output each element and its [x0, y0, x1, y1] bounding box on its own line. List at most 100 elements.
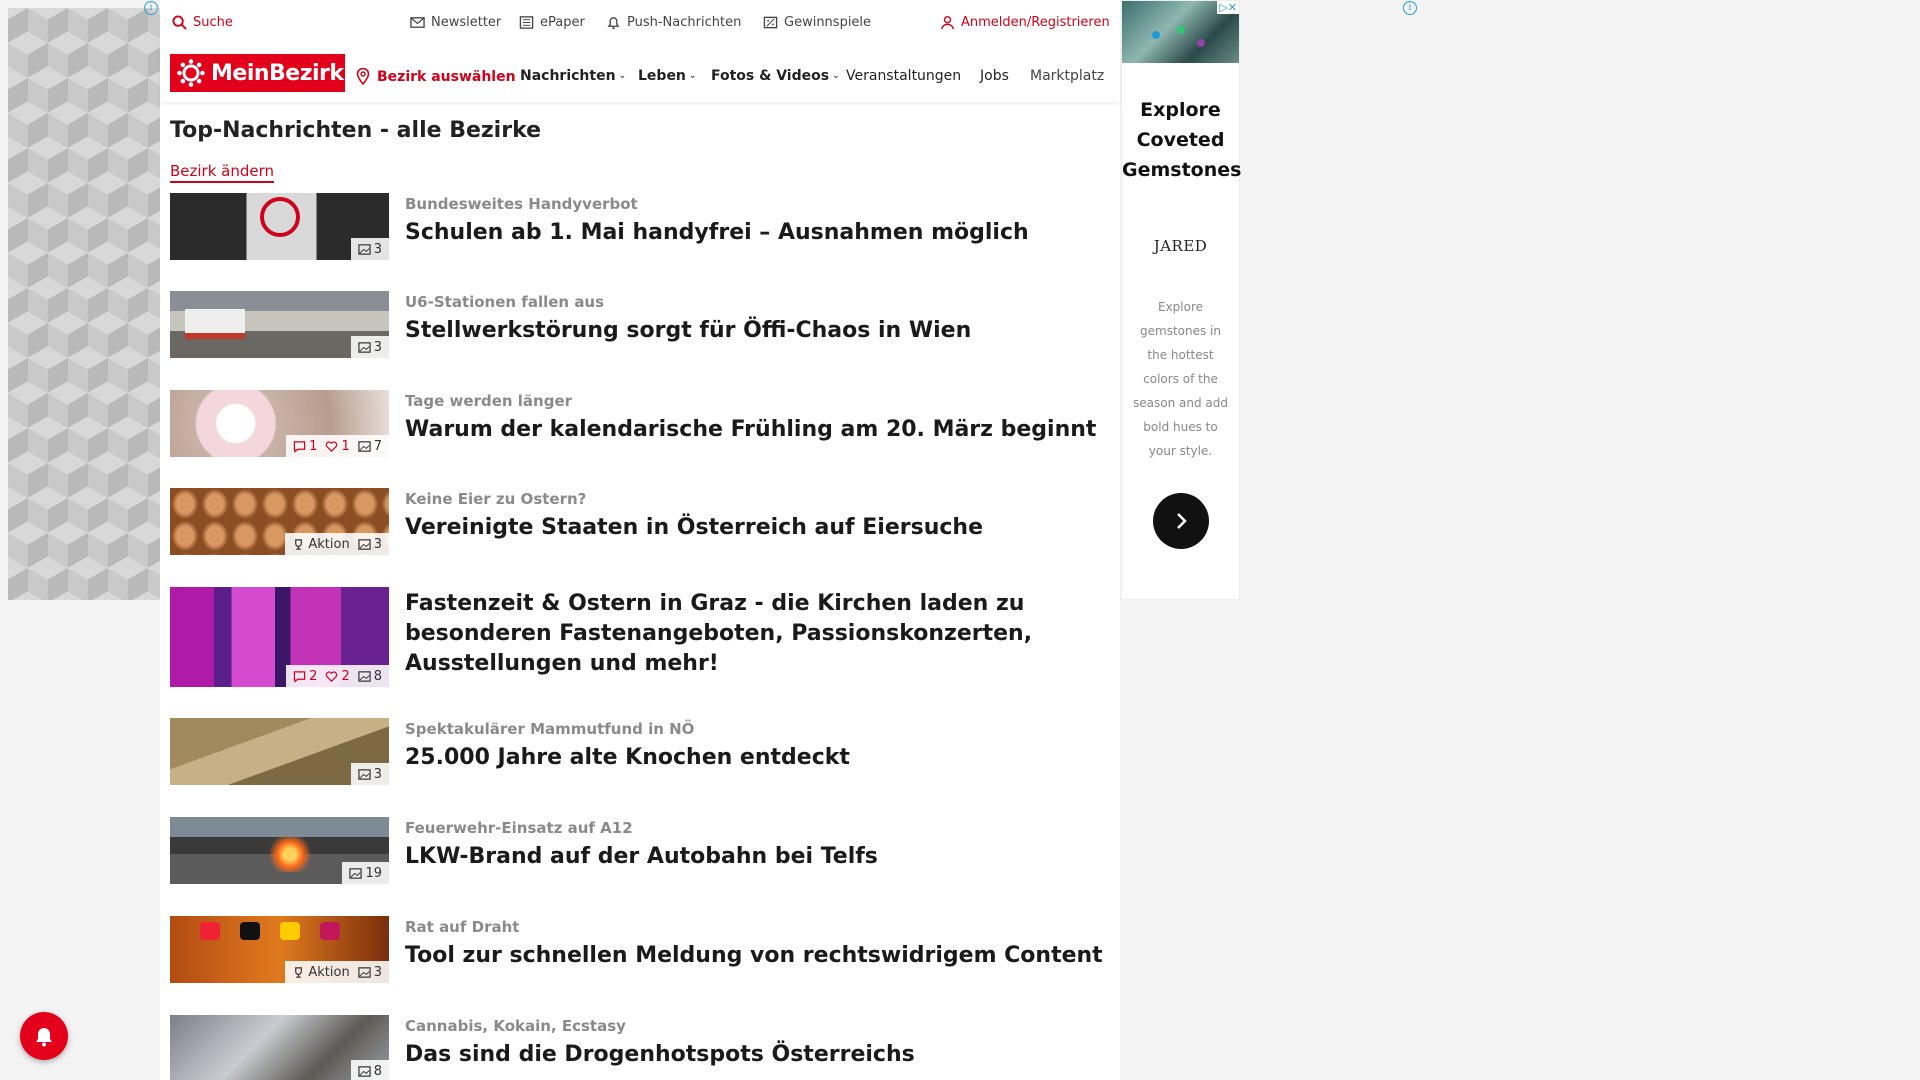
nav-item-nachrichten[interactable]: Nachrichten ⌄ — [520, 68, 626, 84]
article-headline[interactable]: Vereinigte Staaten in Österreich auf Eie… — [405, 513, 983, 543]
main-column: Suche Newsletter ePaper Push-Nachrichten… — [160, 0, 1120, 1080]
article-headline[interactable]: Schulen ab 1. Mai handyfrei – Ausnahmen … — [405, 218, 1029, 248]
image-icon — [358, 768, 371, 780]
comment-count-value: 1 — [309, 438, 318, 454]
login-label: Anmelden/Registrieren — [961, 15, 1110, 30]
newsletter-link[interactable]: Newsletter — [410, 15, 501, 30]
article-thumbnail[interactable]: Aktion 3 — [170, 488, 389, 555]
ad-image[interactable]: ▷✕ — [1122, 1, 1239, 63]
thumbnail-badges: 3 — [350, 763, 389, 785]
photo-count: 8 — [358, 1064, 382, 1079]
thumbnail-badges: 2 2 8 — [286, 665, 389, 687]
article-item[interactable]: 3 U6-Stationen fallen aus Stellwerkstöru… — [170, 291, 1105, 358]
article-thumbnail[interactable]: 3 — [170, 291, 389, 358]
article-item[interactable]: 19 Feuerwehr-Einsatz auf A12 LKW-Brand a… — [170, 817, 1105, 884]
games-link[interactable]: Gewinnspiele — [763, 15, 871, 30]
photo-count: 3 — [358, 242, 382, 257]
article-headline[interactable]: LKW-Brand auf der Autobahn bei Telfs — [405, 842, 878, 872]
article-headline[interactable]: Tool zur schnellen Meldung von rechtswid… — [405, 941, 1103, 971]
article-item[interactable]: Aktion 3 Rat auf Draht Tool zur schnelle… — [170, 916, 1105, 983]
notification-bell-button[interactable] — [20, 1012, 68, 1060]
ad-brand-logo: JARED — [1153, 237, 1208, 255]
user-icon — [941, 15, 954, 30]
nav-item-veranstaltungen[interactable]: Veranstaltungen — [846, 68, 961, 84]
district-label: Bezirk auswählen — [377, 68, 516, 85]
thumbnail-badges: 3 — [350, 238, 389, 260]
nav-item-marktplatz[interactable]: Marktplatz — [1030, 68, 1115, 84]
thumbnail-badges: 19 — [342, 862, 389, 884]
nav-label: Marktplatz — [1030, 68, 1105, 84]
login-link[interactable]: Anmelden/Registrieren — [940, 15, 1110, 30]
article-thumbnail[interactable]: 19 — [170, 817, 389, 884]
nav-item-jobs[interactable]: Jobs — [980, 68, 1009, 84]
photo-count-value: 3 — [373, 766, 382, 782]
action-label: Aktion — [308, 536, 350, 552]
article-headline[interactable]: Warum der kalendarische Frühling am 20. … — [405, 415, 1096, 445]
nav-item-leben[interactable]: Leben ⌄ — [638, 68, 696, 84]
photo-count: 3 — [358, 340, 382, 355]
comment-count: 2 — [293, 669, 317, 684]
ad-headline: Explore Coveted Gemstones — [1122, 95, 1241, 185]
push-link[interactable]: Push-Nachrichten — [606, 15, 741, 30]
nav-label: Veranstaltungen — [846, 68, 962, 84]
article-headline[interactable]: Das sind die Drogenhotspots Österreichs — [405, 1040, 915, 1070]
photo-count: 3 — [358, 767, 382, 782]
photo-count-value: 19 — [365, 865, 382, 881]
photo-count-value: 3 — [373, 964, 382, 980]
ad-body: Explore gemstones in the hottest colors … — [1133, 300, 1228, 458]
site-logo[interactable]: MeinBezirk — [170, 54, 345, 92]
article-kicker: Rat auf Draht — [405, 918, 520, 936]
epaper-label: ePaper — [540, 15, 585, 30]
article-thumbnail[interactable]: 1 1 7 — [170, 390, 389, 457]
right-ad[interactable]: ▷✕ Explore Coveted Gemstones JARED Explo… — [1121, 0, 1241, 600]
bell-icon — [607, 17, 620, 30]
article-headline[interactable]: 25.000 Jahre alte Knochen entdeckt — [405, 743, 850, 773]
article-item[interactable]: 1 1 7 Tage werden länger Warum der kalen… — [170, 390, 1105, 457]
action-label: Aktion — [308, 964, 350, 980]
ad-info-icon[interactable]: i — [144, 1, 158, 15]
article-item[interactable]: Aktion 3 Keine Eier zu Ostern? Vereinigt… — [170, 488, 1105, 555]
article-kicker: Spektakulärer Mammutfund in NÖ — [405, 720, 695, 738]
article-item[interactable]: 8 Cannabis, Kokain, Ecstasy Das sind die… — [170, 1015, 1105, 1080]
main-navbar: MeinBezirk Bezirk auswählen Nachrichten ⌄… — [160, 46, 1120, 102]
like-count-value: 2 — [341, 668, 350, 684]
like-count: 1 — [325, 439, 350, 454]
article-thumbnail[interactable]: 3 — [170, 193, 389, 260]
chevron-down-icon: ⌄ — [832, 71, 840, 81]
chevron-down-icon: ⌄ — [688, 71, 697, 81]
logo-text: MeinBezirk — [211, 60, 344, 86]
nav-label: Jobs — [980, 68, 1009, 84]
article-item[interactable]: 3 Bundesweites Handyverbot Schulen ab 1.… — [170, 193, 1105, 260]
district-select[interactable]: Bezirk auswählen — [356, 68, 516, 85]
image-icon — [358, 966, 371, 978]
like-count: 2 — [325, 668, 350, 684]
article-thumbnail[interactable]: 8 — [170, 1015, 389, 1080]
article-thumbnail[interactable]: 2 2 8 — [170, 587, 389, 687]
photo-count-value: 7 — [373, 438, 382, 454]
adchoices-icon[interactable]: ▷✕ — [1217, 1, 1239, 14]
left-skin-ad[interactable] — [8, 8, 160, 600]
article-item[interactable]: 2 2 8 Fastenzeit & Ostern in Graz - die … — [170, 587, 1105, 687]
comment-count: 1 — [293, 439, 317, 454]
newspaper-icon — [519, 16, 534, 29]
change-district-link[interactable]: Bezirk ändern — [170, 162, 275, 183]
ad-cta-button[interactable] — [1152, 493, 1209, 549]
photo-count-value: 8 — [373, 1063, 382, 1079]
ad-info-icon[interactable]: i — [1403, 1, 1417, 15]
article-kicker: Cannabis, Kokain, Ecstasy — [405, 1017, 626, 1035]
article-headline[interactable]: Fastenzeit & Ostern in Graz - die Kirche… — [405, 589, 1105, 679]
trophy-icon — [295, 966, 303, 978]
search-link[interactable]: Suche — [172, 15, 233, 30]
photo-count: 3 — [358, 965, 382, 980]
thumbnail-badges: 1 1 7 — [286, 435, 389, 457]
article-thumbnail[interactable]: 3 — [170, 718, 389, 785]
thumbnail-badges: Aktion 3 — [285, 961, 389, 983]
image-icon — [358, 440, 371, 452]
nav-item-fotos-videos[interactable]: Fotos & Videos ⌄ — [711, 68, 840, 84]
heart-icon — [326, 670, 338, 682]
epaper-link[interactable]: ePaper — [519, 15, 585, 30]
image-icon — [358, 670, 371, 682]
article-thumbnail[interactable]: Aktion 3 — [170, 916, 389, 983]
article-headline[interactable]: Stellwerkstörung sorgt für Öffi-Chaos in… — [405, 316, 971, 346]
article-item[interactable]: 3 Spektakulärer Mammutfund in NÖ 25.000 … — [170, 718, 1105, 785]
